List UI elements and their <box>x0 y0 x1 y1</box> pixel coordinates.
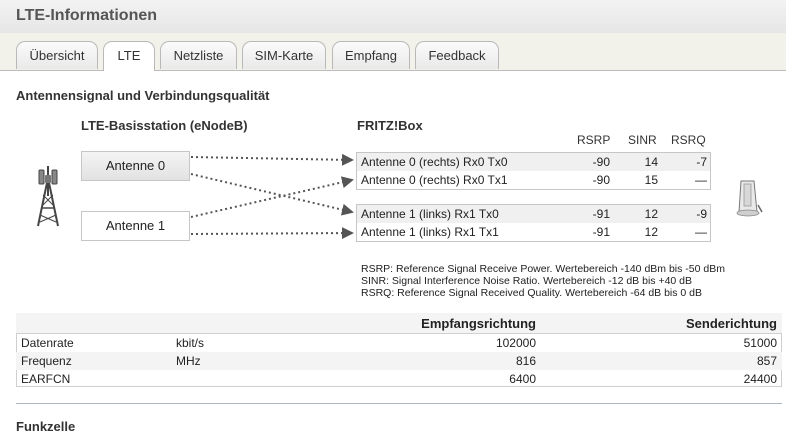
link-antenna1-rx1tx1 <box>190 227 354 240</box>
tab-bar: Übersicht LTE Netzliste SIM-Karte Empfan… <box>0 33 786 71</box>
table-row: EARFCN 6400 24400 <box>16 370 782 388</box>
stats-unit: kbit/s <box>176 336 205 350</box>
legend-sinr: SINR: Signal Interference Noise Ratio. W… <box>361 275 693 287</box>
tab-feedback[interactable]: Feedback <box>415 41 499 69</box>
stats-table: Empfangsrichtung Senderichtung Datenrate… <box>16 313 782 388</box>
stats-rx: 816 <box>291 352 541 370</box>
antenna-1-box: Antenne 1 <box>81 211 190 241</box>
stats-name: Datenrate <box>21 336 74 350</box>
column-head-rsrq: RSRQ <box>671 133 706 147</box>
sinr-value: 12 <box>644 225 658 239</box>
rsrp-value: -90 <box>592 155 610 169</box>
stats-header-unit <box>171 313 291 334</box>
signal-row: Antenne 0 (rechts) Rx0 Tx1 -90 15 — <box>357 171 710 189</box>
signal-row-label: Antenne 1 (links) Rx1 Tx1 <box>361 225 499 239</box>
signal-row: Antenne 0 (rechts) Rx0 Tx0 -90 14 -7 <box>357 153 710 171</box>
tab-uebersicht[interactable]: Übersicht <box>16 41 98 69</box>
tab-netzliste[interactable]: Netzliste <box>160 41 237 69</box>
fritzbox-heading: FRITZ!Box <box>357 118 423 133</box>
rsrp-value: -90 <box>592 173 610 187</box>
window-titlebar: LTE-Informationen <box>0 0 786 34</box>
rsrp-value: -91 <box>592 207 610 221</box>
tab-lte[interactable]: LTE <box>103 41 155 71</box>
link-antenna0-rx1tx0 <box>190 173 354 216</box>
fritzbox-device-icon <box>736 180 763 217</box>
column-head-sinr: SINR <box>628 133 657 147</box>
stats-header-tx: Senderichtung <box>541 313 782 334</box>
cell-tower-icon <box>37 166 59 227</box>
tab-sim-karte[interactable]: SIM-Karte <box>242 41 326 69</box>
sinr-value: 15 <box>644 173 658 187</box>
rsrq-value: -9 <box>696 207 707 221</box>
sinr-value: 14 <box>644 155 658 169</box>
signal-row: Antenne 1 (links) Rx1 Tx0 -91 12 -9 <box>357 205 710 223</box>
stats-unit <box>171 370 291 388</box>
link-antenna0-rx0tx0 <box>190 153 354 166</box>
stats-name: Frequenz <box>16 352 171 370</box>
signal-row-label: Antenne 0 (rechts) Rx0 Tx1 <box>361 173 508 187</box>
basestation-heading: LTE-Basisstation (eNodeB) <box>81 118 248 133</box>
window-title: LTE-Informationen <box>16 7 158 24</box>
antenna-0-box: Antenne 0 <box>81 151 190 181</box>
section-heading-funkzelle: Funkzelle <box>16 419 76 434</box>
signal-row: Antenne 1 (links) Rx1 Tx1 -91 12 — <box>357 223 710 241</box>
rsrq-value: — <box>695 173 707 187</box>
stats-tx: 51000 <box>743 336 777 350</box>
signal-row-label: Antenne 1 (links) Rx1 Tx0 <box>361 207 499 221</box>
tab-empfang[interactable]: Empfang <box>332 41 410 69</box>
rsrq-value: -7 <box>696 155 707 169</box>
stats-name: EARFCN <box>21 372 71 386</box>
section-heading-antennensignal: Antennensignal und Verbindungsqualität <box>16 88 270 103</box>
link-antenna1-rx0tx1 <box>190 176 354 218</box>
sinr-value: 12 <box>644 207 658 221</box>
section-divider <box>16 403 782 404</box>
table-row: Datenrate kbit/s 102000 51000 <box>16 334 782 353</box>
rsrp-value: -91 <box>592 225 610 239</box>
signal-row-label: Antenne 0 (rechts) Rx0 Tx0 <box>361 155 508 169</box>
stats-header-name <box>16 313 171 334</box>
stats-rx: 6400 <box>509 372 536 386</box>
stats-header-rx: Empfangsrichtung <box>291 313 541 334</box>
stats-rx: 102000 <box>495 336 536 350</box>
stats-tx: 857 <box>541 352 782 370</box>
stats-unit: MHz <box>171 352 291 370</box>
legend-rsrq: RSRQ: Reference Signal Received Quality.… <box>361 287 703 299</box>
column-head-rsrp: RSRP <box>577 133 611 147</box>
rsrq-value: — <box>695 225 707 239</box>
table-row: Frequenz MHz 816 857 <box>16 352 782 370</box>
stats-tx: 24400 <box>743 372 777 386</box>
legend-rsrp: RSRP: Reference Signal Receive Power. We… <box>361 263 725 275</box>
